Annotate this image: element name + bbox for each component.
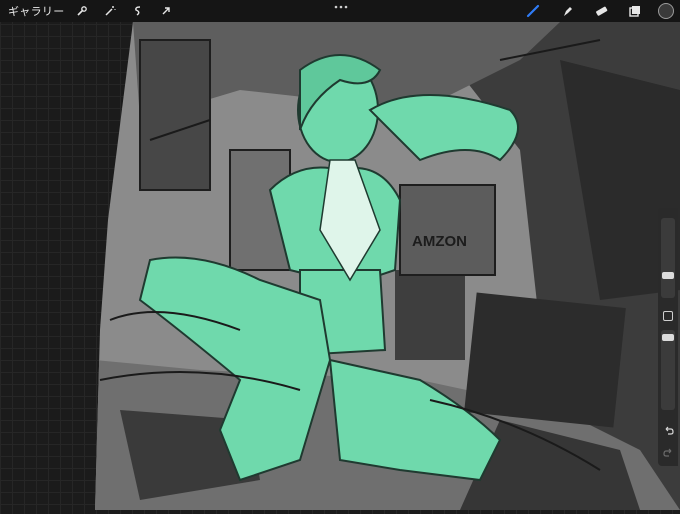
- eraser-icon[interactable]: [590, 0, 612, 22]
- top-toolbar: ギャラリー: [0, 0, 680, 22]
- transform-arrow-icon[interactable]: [155, 0, 177, 22]
- magic-wand-icon[interactable]: [99, 0, 121, 22]
- artwork: AMZON: [95, 22, 680, 510]
- brush-icon[interactable]: [522, 0, 544, 22]
- undo-icon[interactable]: [662, 424, 674, 436]
- box-label: AMZON: [412, 233, 467, 250]
- drawing-canvas[interactable]: AMZON: [0, 0, 680, 510]
- more-options-icon[interactable]: [332, 0, 350, 14]
- gallery-button[interactable]: ギャラリー: [8, 3, 65, 19]
- smudge-icon[interactable]: [556, 0, 578, 22]
- redo-icon[interactable]: [662, 446, 674, 458]
- brush-size-slider[interactable]: [661, 218, 675, 298]
- modify-button[interactable]: [663, 311, 673, 321]
- side-toolbar: [658, 208, 678, 466]
- opacity-slider[interactable]: [661, 330, 675, 410]
- opacity-thumb[interactable]: [662, 334, 674, 341]
- color-picker-button[interactable]: [658, 3, 674, 19]
- wrench-icon[interactable]: [71, 0, 93, 22]
- selection-icon[interactable]: [127, 0, 149, 22]
- layers-icon[interactable]: [624, 0, 646, 22]
- brush-size-thumb[interactable]: [662, 272, 674, 279]
